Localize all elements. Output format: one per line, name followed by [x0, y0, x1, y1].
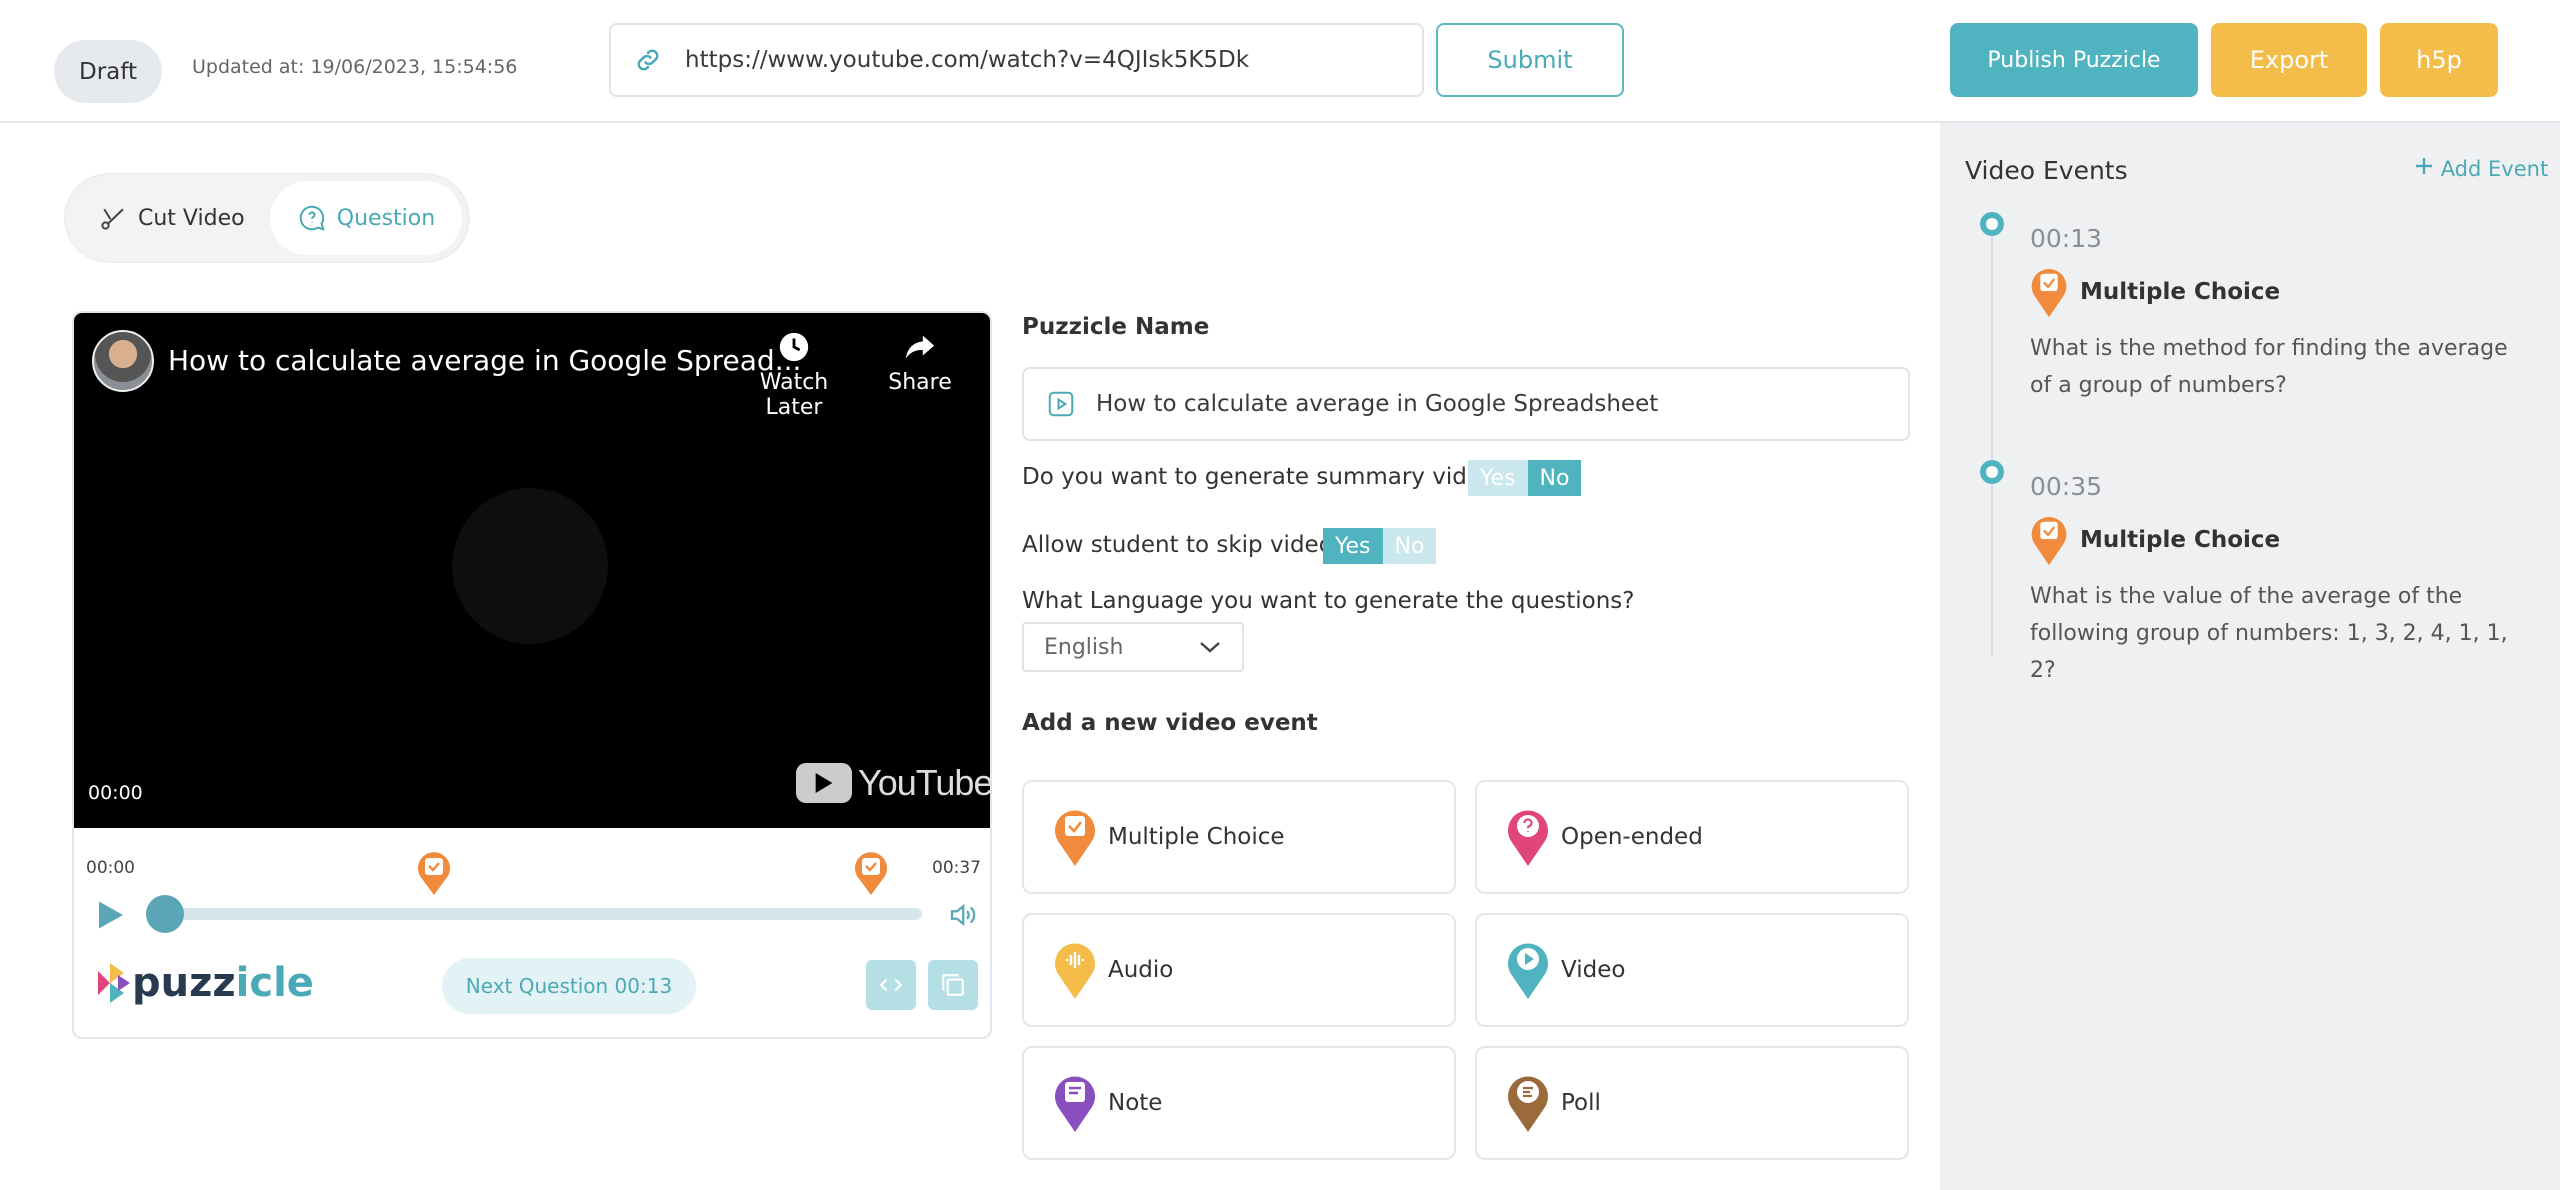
publish-button[interactable]: Publish Puzzicle	[1950, 23, 2198, 97]
event-type-note[interactable]: Note	[1022, 1046, 1456, 1160]
code-icon	[879, 978, 903, 992]
share-label: Share	[888, 370, 952, 395]
multiple-choice-icon	[2031, 269, 2067, 318]
open-ended-icon	[1508, 810, 1548, 866]
h5p-button[interactable]: h5p	[2380, 23, 2498, 97]
chevron-down-icon	[1200, 642, 1220, 653]
submit-button[interactable]: Submit	[1436, 23, 1624, 97]
volume-icon[interactable]	[946, 900, 978, 930]
clock-icon	[779, 332, 809, 362]
timeline-marker-mc-icon[interactable]	[853, 850, 889, 896]
link-icon	[637, 49, 659, 71]
watch-later-label: Watch Later	[759, 370, 829, 420]
event-type: Multiple Choice	[2080, 527, 2281, 553]
add-event-label: Add Event	[2440, 157, 2549, 181]
puzzicle-name-value[interactable]: How to calculate average in Google Sprea…	[1096, 391, 1658, 417]
event-type-multiple-choice[interactable]: Multiple Choice	[1022, 780, 1456, 894]
timeline-track[interactable]	[150, 908, 922, 920]
summary-toggle[interactable]: Yes No	[1468, 460, 1582, 496]
channel-avatar[interactable]	[92, 330, 154, 392]
puzzicle-logo-icon	[98, 963, 130, 1003]
watch-later-button[interactable]: Watch Later	[730, 330, 858, 420]
language-selected-value: English	[1044, 634, 1124, 660]
summary-no-option[interactable]: No	[1527, 460, 1582, 496]
event-time: 00:13	[2030, 224, 2103, 253]
video-url-field[interactable]: https://www.youtube.com/watch?v=4QJIsk5K…	[609, 23, 1424, 97]
youtube-wordmark: YouTube	[858, 762, 993, 803]
event-item[interactable]: Multiple Choice	[2030, 266, 2280, 318]
event-type-label: Video	[1561, 957, 1626, 983]
next-question-button[interactable]: Next Question 00:13	[442, 958, 696, 1014]
skip-question: Allow student to skip video?	[1022, 532, 1345, 558]
timeline-end-time: 00:37	[932, 858, 981, 878]
tab-question-label: Question	[336, 205, 436, 231]
summary-question: Do you want to generate summary video?	[1022, 464, 1508, 490]
skip-toggle[interactable]: Yes No	[1323, 528, 1437, 564]
event-question: What is the value of the average of the …	[2030, 584, 2508, 683]
event-type-label: Note	[1108, 1090, 1163, 1116]
event-type-audio[interactable]: Audio	[1022, 913, 1456, 1027]
timeline-dot	[1980, 212, 2004, 236]
video-current-time: 00:00	[88, 782, 143, 804]
video-icon	[1508, 943, 1548, 999]
event-item[interactable]: Multiple Choice	[2030, 514, 2280, 566]
tab-cut-video-label: Cut Video	[138, 205, 245, 231]
puzzicle-name-field[interactable]: How to calculate average in Google Sprea…	[1022, 367, 1910, 441]
poll-icon	[1508, 1076, 1548, 1132]
video-title[interactable]: How to calculate average in Google Sprea…	[168, 344, 801, 377]
language-select[interactable]: English	[1022, 622, 1244, 672]
add-event-heading: Add a new video event	[1022, 710, 1318, 736]
audio-icon	[1055, 943, 1095, 999]
share-button[interactable]: Share	[880, 330, 960, 395]
event-type-label: Poll	[1561, 1090, 1601, 1116]
youtube-play-icon	[796, 763, 852, 803]
event-question: What is the method for finding the avera…	[2030, 336, 2508, 398]
logo-text-accent: icle	[235, 960, 314, 1006]
note-icon	[1055, 1076, 1095, 1132]
copy-window-icon	[942, 974, 964, 996]
skip-no-option[interactable]: No	[1382, 528, 1437, 564]
plus-icon	[2416, 158, 2432, 174]
video-file-icon	[1048, 391, 1074, 417]
event-type-poll[interactable]: Poll	[1475, 1046, 1909, 1160]
video-events-title: Video Events	[1965, 156, 2128, 185]
fullscreen-button[interactable]	[928, 960, 978, 1010]
video-url-value[interactable]: https://www.youtube.com/watch?v=4QJIsk5K…	[685, 47, 1249, 73]
event-time: 00:35	[2030, 472, 2103, 501]
play-icon[interactable]	[96, 900, 126, 930]
embed-code-button[interactable]	[866, 960, 916, 1010]
timeline-marker-mc-icon[interactable]	[416, 850, 452, 896]
event-type-open-ended[interactable]: Open-ended	[1475, 780, 1909, 894]
status-badge: Draft	[54, 40, 162, 103]
event-type: Multiple Choice	[2080, 279, 2281, 305]
timeline-line	[1991, 236, 1993, 656]
puzzicle-logo: puzz icle	[96, 960, 314, 1006]
event-type-label: Audio	[1108, 957, 1174, 983]
timeline-dot	[1980, 460, 2004, 484]
tab-cut-video[interactable]: Cut Video	[98, 195, 245, 241]
share-arrow-icon	[905, 335, 935, 359]
event-type-video[interactable]: Video	[1475, 913, 1909, 1027]
puzzicle-name-label: Puzzicle Name	[1022, 314, 1210, 340]
timeline-start-time: 00:00	[86, 858, 135, 878]
play-overlay[interactable]	[452, 488, 608, 644]
timeline-scrubber[interactable]	[146, 895, 184, 933]
event-type-label: Open-ended	[1561, 824, 1703, 850]
event-type-label: Multiple Choice	[1108, 824, 1285, 850]
youtube-logo[interactable]: YouTube	[796, 762, 993, 804]
add-event-button[interactable]: Add Event	[2414, 156, 2548, 181]
tab-question[interactable]: Question	[270, 181, 462, 255]
question-bubble-icon	[299, 205, 325, 231]
skip-yes-option[interactable]: Yes	[1323, 528, 1383, 564]
multiple-choice-icon	[1055, 810, 1095, 866]
summary-yes-option[interactable]: Yes	[1468, 460, 1528, 496]
language-question: What Language you want to generate the q…	[1022, 588, 1635, 614]
logo-text-main: puzz	[132, 960, 236, 1006]
export-button[interactable]: Export	[2211, 23, 2367, 97]
updated-timestamp: Updated at: 19/06/2023, 15:54:56	[192, 56, 518, 78]
scissors-icon	[101, 208, 124, 230]
multiple-choice-icon	[2031, 517, 2067, 566]
